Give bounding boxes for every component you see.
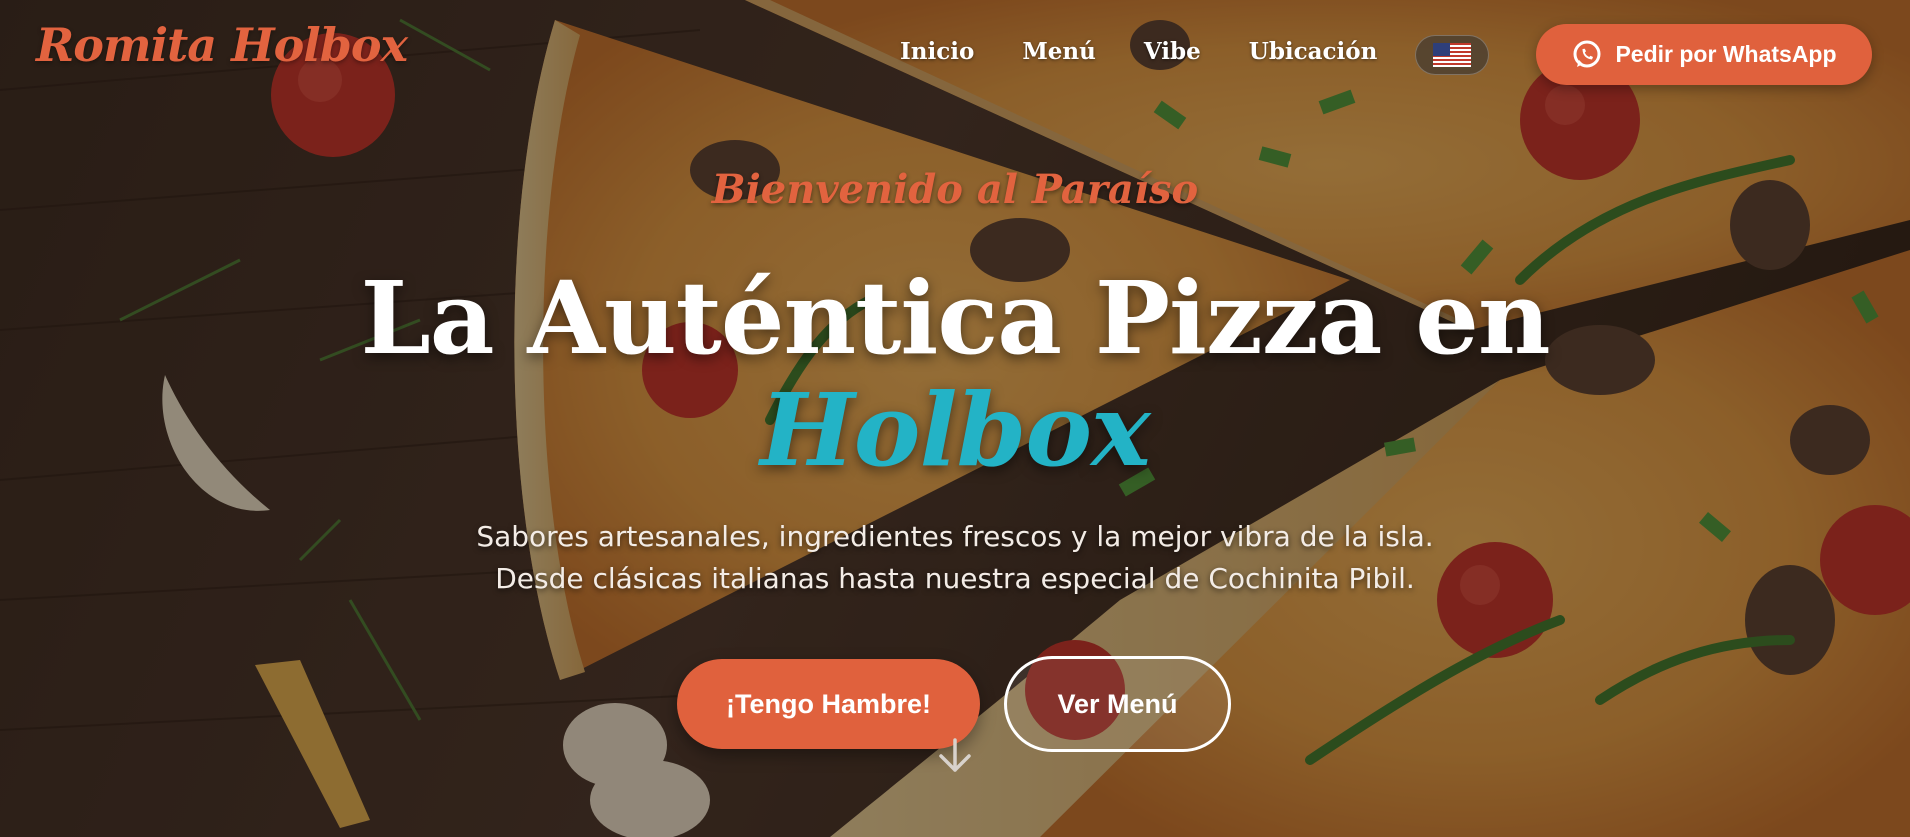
hero-headline: La Auténtica Pizza en Holbox	[0, 262, 1910, 486]
hero-section: Romita Holbox Inicio Menú Vibe Ubicación	[0, 0, 1910, 837]
ver-menu-button[interactable]: Ver Menú	[1004, 656, 1231, 752]
whatsapp-icon	[1573, 40, 1601, 67]
hero-subtitle-line2: Desde clásicas italianas hasta nuestra e…	[495, 562, 1415, 595]
whatsapp-button-label: Pedir por WhatsApp	[1615, 41, 1837, 67]
nav-link-inicio[interactable]: Inicio	[900, 40, 974, 63]
us-flag-icon	[1433, 43, 1471, 67]
main-nav: Inicio Menú Vibe Ubicación	[900, 40, 1425, 63]
nav-link-vibe[interactable]: Vibe	[1144, 40, 1201, 63]
hero-subtitle-line1: Sabores artesanales, ingredientes fresco…	[476, 520, 1434, 553]
arrow-down-icon[interactable]	[935, 736, 975, 776]
hero-subtitle: Sabores artesanales, ingredientes fresco…	[0, 516, 1910, 600]
nav-link-ubicacion[interactable]: Ubicación	[1249, 40, 1378, 63]
hero-headline-accent: Holbox	[760, 371, 1150, 489]
hero-kicker: Bienvenido al Paraíso	[711, 166, 1199, 213]
hero-headline-line1: La Auténtica Pizza en	[360, 259, 1550, 377]
nav-link-menu[interactable]: Menú	[1022, 40, 1096, 63]
language-toggle[interactable]	[1415, 35, 1489, 75]
whatsapp-order-button[interactable]: Pedir por WhatsApp	[1536, 24, 1872, 85]
brand-logo[interactable]: Romita Holbox	[36, 22, 408, 68]
